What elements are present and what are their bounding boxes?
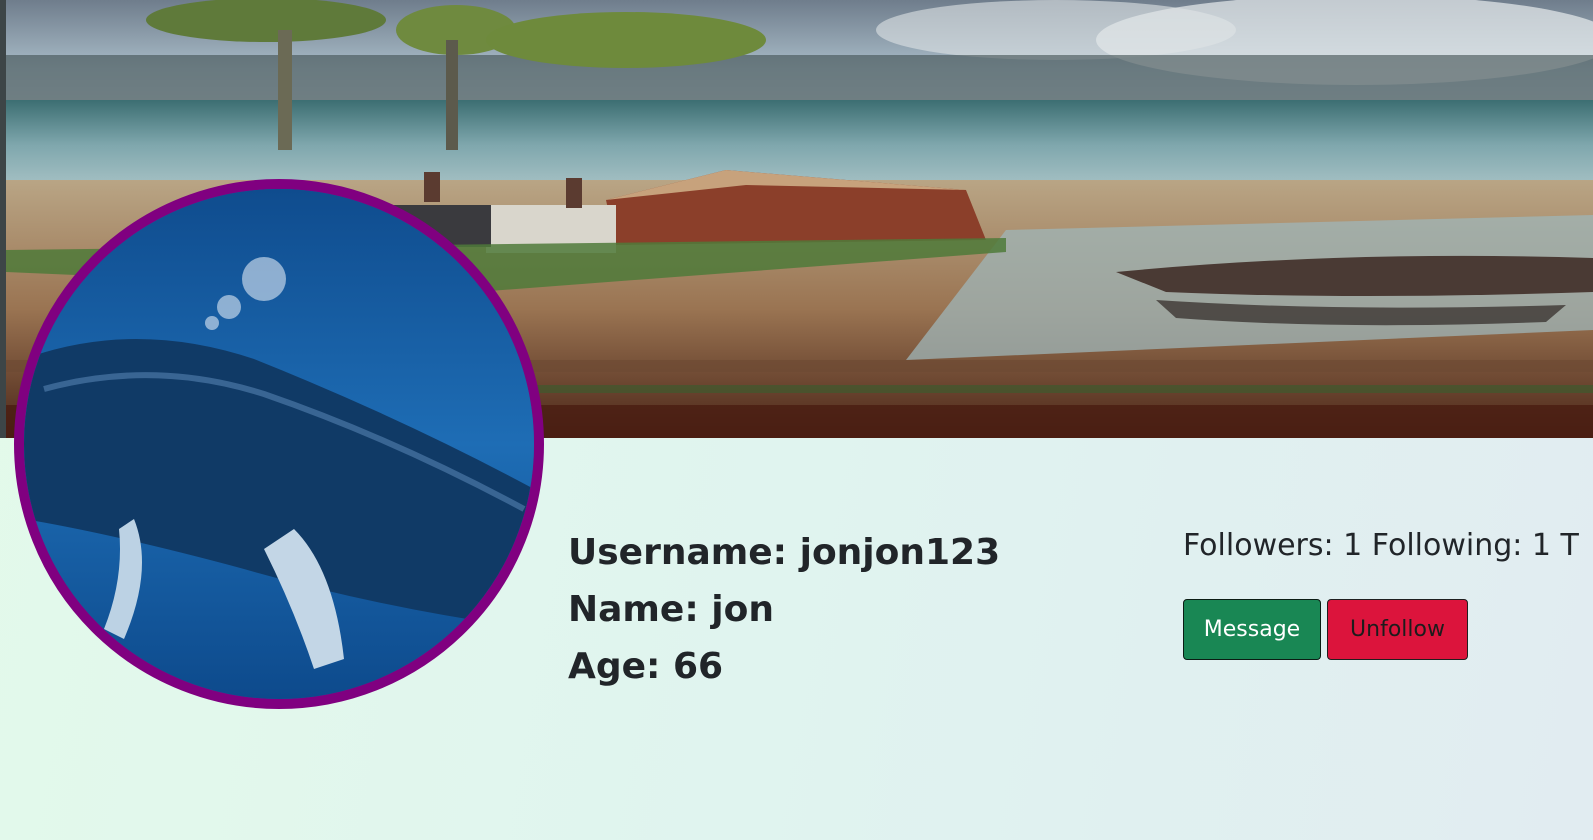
name-text: Name: jon xyxy=(568,589,774,630)
whale-image xyxy=(24,189,534,699)
unfollow-button[interactable]: Unfollow xyxy=(1327,599,1468,660)
message-button[interactable]: Message xyxy=(1183,599,1321,660)
username-text: Username: jonjon123 xyxy=(568,532,1001,573)
profile-avatar xyxy=(14,179,544,709)
follow-stats: Followers: 1 Following: 1 T xyxy=(1183,528,1579,563)
profile-info: Username: jonjon123 Name: jon Age: 66 xyxy=(568,524,1000,695)
age-text: Age: 66 xyxy=(568,646,724,687)
